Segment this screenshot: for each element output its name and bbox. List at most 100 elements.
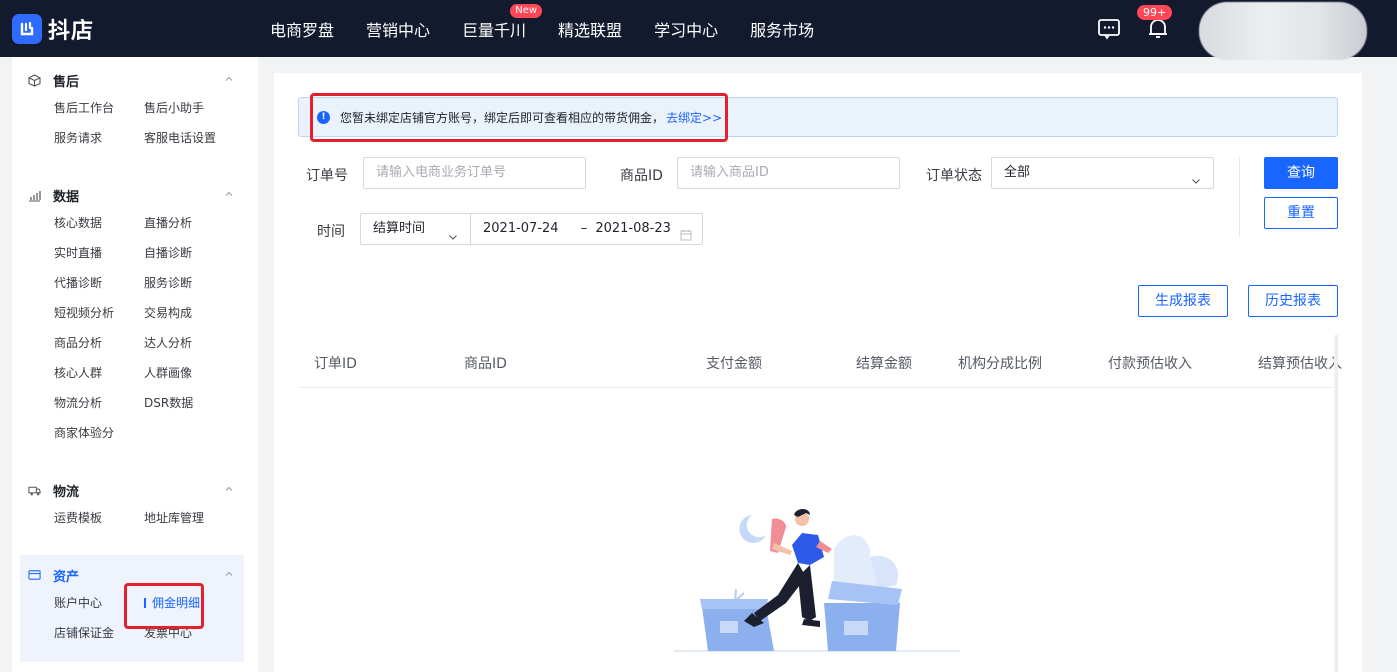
- sidebar-item-store-deposit[interactable]: 店铺保证金: [54, 618, 144, 648]
- chevron-down-icon: [448, 224, 458, 240]
- sidebar-item-talent-analysis[interactable]: 达人分析: [144, 328, 244, 358]
- sidebar-item-service-phone[interactable]: 客服电话设置: [144, 123, 244, 153]
- sidebar-item-transaction[interactable]: 交易构成: [144, 298, 244, 328]
- sidebar-title-data: 数据: [53, 189, 80, 205]
- brand-name: 抖店: [48, 18, 95, 44]
- history-report-button[interactable]: 历史报表: [1248, 285, 1338, 317]
- sidebar-item-audience-profile[interactable]: 人群画像: [144, 358, 244, 388]
- order-status-value: 全部: [1004, 165, 1031, 180]
- query-button[interactable]: 查询: [1264, 157, 1338, 189]
- logo-icon: [12, 13, 42, 44]
- nav-item-qianchuan-label: 巨量千川: [462, 20, 527, 40]
- chevron-up-icon[interactable]: [224, 188, 234, 198]
- sidebar-item-self-live-diagnosis[interactable]: 自播诊断: [144, 238, 244, 268]
- sidebar-item-aftersales-assistant[interactable]: 售后小助手: [144, 93, 244, 123]
- sidebar-group-logistics: 物流 运费模板 地址库管理: [12, 477, 244, 533]
- sidebar-item-live-analysis[interactable]: 直播分析: [144, 208, 244, 238]
- notification-count-badge: 99+: [1137, 4, 1173, 20]
- new-badge: New: [510, 3, 543, 18]
- generate-report-button[interactable]: 生成报表: [1138, 285, 1228, 317]
- sidebar-item-service-diagnosis[interactable]: 服务诊断: [144, 268, 244, 298]
- top-right-tools: 99+: [1097, 0, 1397, 60]
- table-header: 订单ID 商品ID 支付金额 结算金额 机构分成比例 付款预估收入 结算预估收入: [298, 335, 1342, 388]
- nav-item-qianchuan[interactable]: 巨量千川 New: [462, 3, 543, 41]
- order-no-label: 订单号: [306, 168, 348, 184]
- table-scroll-shadow: [1334, 335, 1338, 672]
- sidebar-item-short-video[interactable]: 短视频分析: [54, 298, 144, 328]
- sidebar-item-merchant-score[interactable]: 商家体验分: [54, 418, 144, 448]
- sidebar-title-logistics: 物流: [53, 484, 80, 500]
- logo[interactable]: 抖店: [12, 13, 252, 45]
- truck-icon: [28, 484, 41, 497]
- box-icon: [28, 73, 41, 87]
- sidebar-head-data[interactable]: 数据: [12, 182, 244, 208]
- column-product-id: 商品ID: [464, 356, 507, 372]
- sidebar-item-commission-detail[interactable]: 佣金明细: [144, 588, 244, 618]
- date-end[interactable]: 2021-08-23: [595, 221, 671, 236]
- notice-banner: ! 您暂未绑定店铺官方账号，绑定后即可查看相应的带货佣金， 去绑定>>: [298, 97, 1338, 137]
- time-label: 时间: [317, 224, 345, 240]
- sidebar-items-assets: 账户中心 佣金明细 店铺保证金 发票中心: [12, 588, 244, 648]
- sidebar-item-core-data[interactable]: 核心数据: [54, 208, 144, 238]
- empty-state-illustration: [674, 509, 960, 652]
- chevron-up-icon[interactable]: [224, 73, 234, 83]
- chevron-down-icon: [1191, 168, 1201, 184]
- column-org-share-ratio: 机构分成比例: [958, 356, 1042, 372]
- sidebar-item-address-library[interactable]: 地址库管理: [144, 503, 244, 533]
- column-settlement-est-income: 结算预估收入: [1258, 356, 1342, 372]
- user-profile-blurred[interactable]: [1199, 1, 1367, 60]
- product-id-label: 商品ID: [620, 168, 663, 184]
- bell-icon[interactable]: 99+: [1137, 4, 1173, 41]
- time-type-select[interactable]: 结算时间: [360, 213, 471, 245]
- main-content: ! 您暂未绑定店铺官方账号，绑定后即可查看相应的带货佣金， 去绑定>> 订单号 …: [274, 73, 1362, 672]
- nav-item-learning[interactable]: 学习中心: [654, 17, 718, 41]
- sidebar-item-account-center[interactable]: 账户中心: [54, 588, 144, 618]
- sidebar-item-realtime-live[interactable]: 实时直播: [54, 238, 144, 268]
- nav-item-compass[interactable]: 电商罗盘: [270, 17, 334, 41]
- column-settlement-amount: 结算金额: [856, 356, 912, 372]
- order-no-input[interactable]: 请输入电商业务订单号: [363, 157, 586, 189]
- sidebar-items-data: 核心数据 直播分析 实时直播 自播诊断 代播诊断 服务诊断 短视频分析 交易构成…: [12, 208, 244, 448]
- sidebar-item-shipping-template[interactable]: 运费模板: [54, 503, 144, 533]
- sidebar-items-after-sales: 售后工作台 售后小助手 服务请求 客服电话设置: [12, 93, 244, 153]
- date-start[interactable]: 2021-07-24: [483, 221, 559, 236]
- date-range-picker[interactable]: 2021-07-24 – 2021-08-23: [470, 213, 703, 245]
- sidebar-item-logistics-analysis[interactable]: 物流分析: [54, 388, 144, 418]
- sidebar-title-assets: 资产: [53, 569, 80, 585]
- nav-item-marketing[interactable]: 营销中心: [366, 17, 430, 41]
- sidebar-item-agent-live-diagnosis[interactable]: 代播诊断: [54, 268, 144, 298]
- order-status-select[interactable]: 全部: [991, 157, 1214, 189]
- notice-text: 您暂未绑定店铺官方账号，绑定后即可查看相应的带货佣金，: [340, 110, 665, 125]
- chevron-up-icon[interactable]: [224, 568, 234, 578]
- reset-button[interactable]: 重置: [1264, 197, 1338, 229]
- sidebar: 售后 售后工作台 售后小助手 服务请求 客服电话设置 数据 核心数据 直播分析 …: [12, 57, 258, 672]
- nav-item-service-market[interactable]: 服务市场: [750, 17, 814, 41]
- date-separator: –: [580, 221, 588, 236]
- sidebar-item-aftersales-workbench[interactable]: 售后工作台: [54, 93, 144, 123]
- sidebar-item-service-request[interactable]: 服务请求: [54, 123, 144, 153]
- column-order-id: 订单ID: [314, 356, 357, 372]
- top-navigation-bar: 抖店 电商罗盘 营销中心 巨量千川 New 精选联盟 学习中心 服务市场 99+: [0, 0, 1397, 60]
- sidebar-head-logistics[interactable]: 物流: [12, 477, 244, 503]
- message-icon[interactable]: [1097, 18, 1121, 40]
- top-nav: 电商罗盘 营销中心 巨量千川 New 精选联盟 学习中心 服务市场: [270, 3, 846, 41]
- time-type-value: 结算时间: [373, 221, 426, 236]
- filter-divider: [1239, 157, 1240, 237]
- sidebar-head-after-sales[interactable]: 售后: [12, 67, 244, 93]
- sidebar-item-invoice-center[interactable]: 发票中心: [144, 618, 244, 648]
- sidebar-item-product-analysis[interactable]: 商品分析: [54, 328, 144, 358]
- order-status-label: 订单状态: [926, 168, 982, 184]
- chart-icon: [28, 189, 41, 202]
- column-payment-est-income: 付款预估收入: [1108, 356, 1192, 372]
- nav-item-alliance[interactable]: 精选联盟: [558, 17, 622, 41]
- sidebar-item-core-audience[interactable]: 核心人群: [54, 358, 144, 388]
- sidebar-title-after-sales: 售后: [53, 74, 80, 90]
- product-id-input[interactable]: 请输入商品ID: [677, 157, 900, 189]
- chevron-up-icon[interactable]: [224, 483, 234, 493]
- bind-account-link[interactable]: 去绑定>>: [666, 109, 722, 126]
- calendar-icon: [680, 223, 692, 253]
- sidebar-items-logistics: 运费模板 地址库管理: [12, 503, 244, 533]
- wallet-icon: [28, 569, 41, 582]
- sidebar-item-dsr-data[interactable]: DSR数据: [144, 388, 244, 418]
- sidebar-head-assets[interactable]: 资产: [12, 562, 244, 588]
